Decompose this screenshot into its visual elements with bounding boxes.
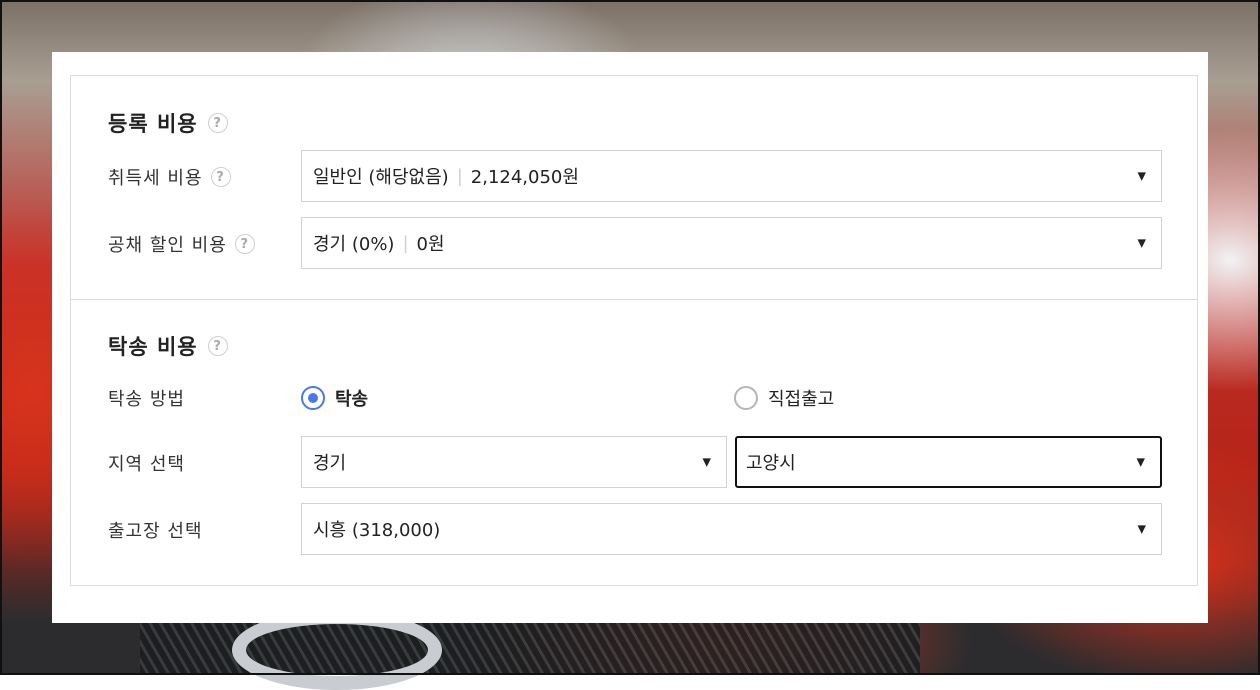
release-center-select[interactable]: 시흥 (318,000) ▼ (301, 503, 1162, 555)
radio-unselected-icon[interactable] (734, 386, 758, 410)
value-separator: | (402, 232, 409, 254)
radio-delivery[interactable]: 탁송 (301, 385, 368, 411)
bond-discount-value: 경기 (0%) (313, 234, 395, 255)
radio-selected-icon[interactable] (301, 386, 325, 410)
section-divider (71, 299, 1197, 300)
chevron-down-icon: ▼ (1137, 169, 1146, 183)
radio-direct-release-label: 직접출고 (768, 389, 835, 410)
city-select[interactable]: 고양시 ▼ (735, 436, 1162, 488)
chevron-down-icon: ▼ (1136, 455, 1145, 469)
bond-discount-select[interactable]: 경기 (0%) | 0원 ▼ (301, 217, 1162, 269)
province-value: 경기 (313, 453, 347, 474)
delivery-title-text: 탁송 비용 (108, 335, 198, 359)
acquisition-tax-label: 취득세 비용 ? (108, 164, 231, 190)
acquisition-tax-select[interactable]: 일반인 (해당없음) | 2,124,050원 ▼ (301, 150, 1162, 202)
cost-panel: 등록 비용 ? 취득세 비용 ? 일반인 (해당없음) | 2,124,050원… (52, 52, 1208, 623)
chevron-down-icon: ▼ (1137, 522, 1146, 536)
province-select[interactable]: 경기 ▼ (301, 436, 727, 488)
registration-section-title: 등록 비용 ? (108, 108, 228, 138)
delivery-section-title: 탁송 비용 ? (108, 331, 228, 361)
help-icon[interactable]: ? (234, 234, 255, 254)
delivery-method-label: 탁송 방법 (108, 385, 185, 411)
bond-discount-amount: 0원 (416, 234, 445, 255)
region-label: 지역 선택 (108, 450, 185, 476)
acquisition-tax-label-text: 취득세 비용 (108, 168, 203, 189)
bond-discount-label: 공채 할인 비용 ? (108, 231, 255, 257)
radio-delivery-label: 탁송 (335, 389, 369, 410)
help-icon[interactable]: ? (207, 113, 228, 133)
cost-panel-inner: 등록 비용 ? 취득세 비용 ? 일반인 (해당없음) | 2,124,050원… (70, 75, 1198, 586)
help-icon[interactable]: ? (210, 167, 231, 187)
acquisition-tax-amount: 2,124,050원 (470, 167, 579, 188)
delivery-method-label-text: 탁송 방법 (108, 389, 185, 410)
region-label-text: 지역 선택 (108, 454, 185, 475)
city-value: 고양시 (746, 453, 796, 474)
acquisition-tax-value: 일반인 (해당없음) (313, 167, 449, 188)
chevron-down-icon: ▼ (1137, 236, 1146, 250)
registration-title-text: 등록 비용 (108, 112, 198, 136)
radio-direct-release[interactable]: 직접출고 (734, 385, 834, 411)
release-center-label: 출고장 선택 (108, 517, 203, 543)
help-icon[interactable]: ? (207, 336, 228, 356)
value-separator: | (456, 165, 463, 187)
release-center-label-text: 출고장 선택 (108, 521, 203, 542)
chevron-down-icon: ▼ (702, 455, 711, 469)
bond-discount-label-text: 공채 할인 비용 (108, 235, 227, 256)
release-center-value: 시흥 (318,000) (313, 520, 441, 541)
